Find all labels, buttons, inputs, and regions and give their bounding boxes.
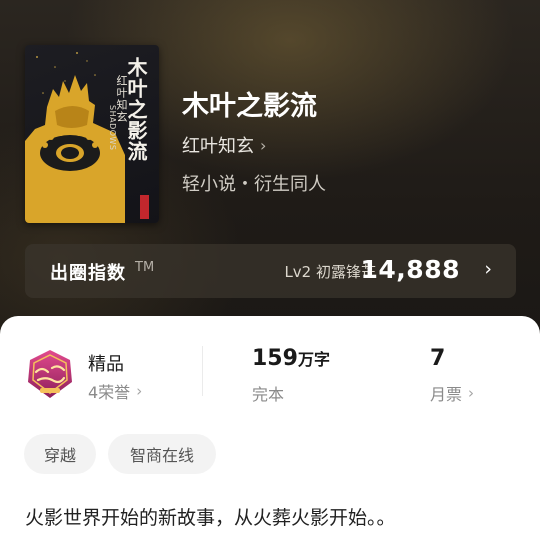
popularity-index-bar[interactable]: 出圈指数 TM Lv2 初露锋芒 14,888 › <box>25 244 516 298</box>
chevron-right-icon: › <box>484 258 492 280</box>
book-title: 木叶之影流 <box>182 91 317 122</box>
book-info-card: 精品 4荣誉 › 159万字 完本 7 月票 › 穿越 智商在线 火影世界开始的… <box>0 316 540 540</box>
trademark-mark: TM <box>135 260 155 275</box>
book-cover[interactable]: 木叶之影流 红叶知玄 SHADOWS <box>25 45 159 223</box>
monthly-tickets-label: 月票 <box>430 385 463 404</box>
cover-english-title: SHADOWS <box>108 105 117 151</box>
quality-badge-icon[interactable] <box>24 348 76 400</box>
chevron-right-icon: › <box>260 135 267 155</box>
word-count: 159万字 <box>252 346 330 371</box>
word-count-value: 159 <box>252 346 298 371</box>
chevron-right-icon: › <box>468 384 475 402</box>
chevron-right-icon: › <box>136 382 143 400</box>
index-label: 出圈指数 <box>50 263 126 284</box>
tag-chip[interactable]: 穿越 <box>24 434 96 474</box>
completion-status: 完本 <box>252 385 285 404</box>
stat-divider <box>202 346 203 396</box>
book-header: 木叶之影流 红叶知玄 SHADOWS 木叶之影流 红叶知玄 › 轻小说・衍生同人… <box>0 0 540 340</box>
index-value: 14,888 <box>360 255 460 284</box>
quality-label: 精品 <box>88 354 124 375</box>
word-count-unit: 万字 <box>297 350 330 369</box>
honors-count: 4荣誉 <box>88 383 131 402</box>
author-name: 红叶知玄 <box>182 136 254 157</box>
author-link[interactable]: 红叶知玄 › <box>182 133 267 158</box>
tag-chip[interactable]: 智商在线 <box>108 434 216 474</box>
honors-link[interactable]: 4荣誉 › <box>88 379 142 403</box>
cover-red-seal <box>140 195 149 219</box>
book-genre: 轻小说・衍生同人 <box>182 174 326 195</box>
monthly-tickets-value: 7 <box>430 346 446 371</box>
monthly-tickets-link[interactable]: 月票 › <box>430 381 474 405</box>
book-description: 火影世界开始的新故事，从火葬火影开始。。 <box>25 507 396 529</box>
